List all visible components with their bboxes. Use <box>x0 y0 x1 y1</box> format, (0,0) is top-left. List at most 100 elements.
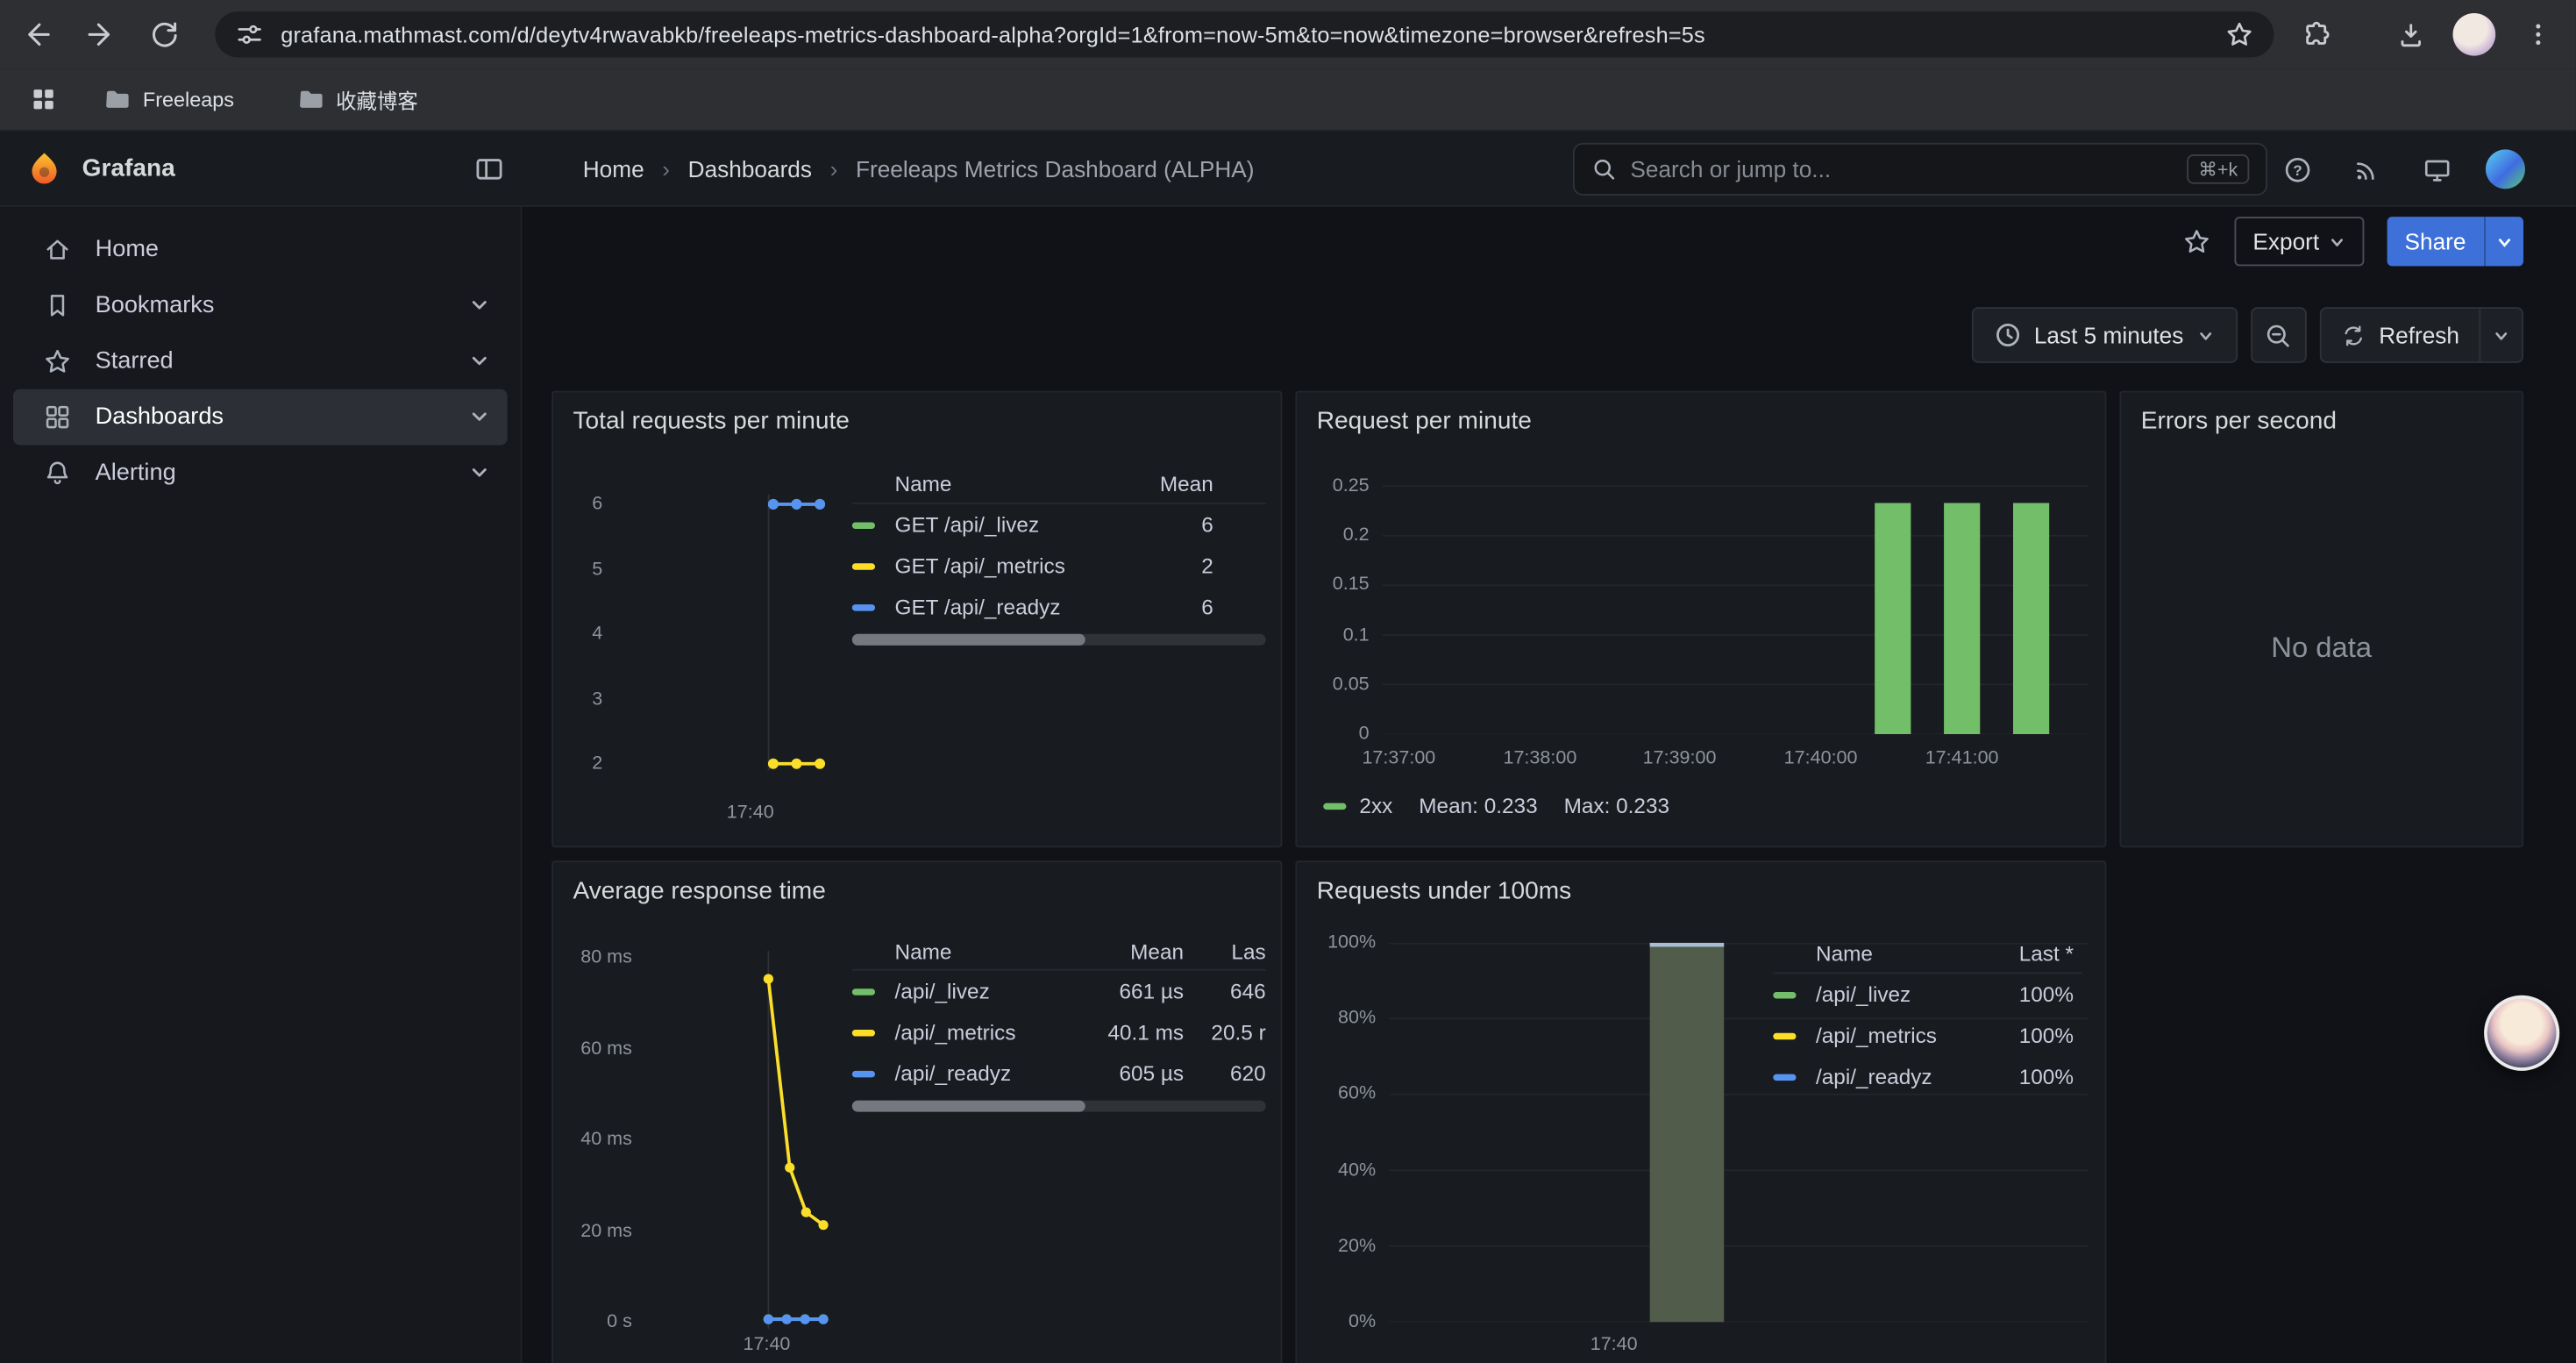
spacer <box>852 481 875 487</box>
legend-col-mean[interactable]: Mean <box>1088 939 1184 964</box>
tick-label: 3 <box>557 688 602 710</box>
no-data-message: No data <box>2121 631 2522 665</box>
grafana-logo[interactable] <box>25 149 64 189</box>
series-name[interactable]: /api/_livez <box>1816 982 1975 1007</box>
share-button[interactable]: Share <box>2387 217 2523 266</box>
downloads-button[interactable] <box>2382 6 2438 62</box>
sidebar-item-dashboards[interactable]: Dashboards <box>13 389 508 446</box>
sidebar-item-alerting[interactable]: Alerting <box>13 445 508 501</box>
series-color-swatch <box>852 603 875 610</box>
sidebar-item-bookmarks[interactable]: Bookmarks <box>13 277 508 333</box>
panel-title[interactable]: Errors per second <box>2141 407 2337 435</box>
svg-text:?: ? <box>2292 161 2301 178</box>
apps-shortcut-button[interactable] <box>19 76 65 122</box>
bookmark-folder-label: 收藏博客 <box>336 83 418 115</box>
zoom-out-button[interactable] <box>2251 307 2307 363</box>
news-button[interactable] <box>2338 141 2394 197</box>
sidebar-item-home[interactable]: Home <box>13 222 508 278</box>
series-name[interactable]: /api/_metrics <box>1816 1024 1975 1048</box>
share-menu-caret[interactable] <box>2486 217 2523 266</box>
home-icon <box>43 235 73 265</box>
bookmark-star-icon[interactable] <box>2224 19 2254 49</box>
dots-vertical-icon <box>2523 19 2553 49</box>
refresh-interval-caret[interactable] <box>2480 309 2522 361</box>
legend-col-name[interactable]: Name <box>895 471 1121 496</box>
back-button[interactable] <box>11 8 64 61</box>
x-tick-label: 17:41:00 <box>1912 747 2010 770</box>
time-range-label: Last 5 minutes <box>2034 322 2184 348</box>
panel-average-response-time: Average response time 80 ms60 ms40 ms20 … <box>551 860 1282 1363</box>
search-input[interactable] <box>1630 156 2174 182</box>
user-avatar[interactable] <box>2486 149 2525 189</box>
forward-button[interactable] <box>74 8 126 61</box>
profile-avatar[interactable] <box>2453 13 2496 56</box>
series-mean: 661 µs <box>1088 979 1184 1003</box>
assistant-extension-avatar[interactable] <box>2484 995 2559 1071</box>
panel-title[interactable]: Request per minute <box>1317 407 1532 435</box>
chevron-down-icon[interactable] <box>468 461 491 484</box>
panel-request-per-minute: Request per minute 0.250.20.150.10.050 1… <box>1295 391 2106 848</box>
series-name[interactable]: GET /api/_readyz <box>895 595 1121 619</box>
sidebar-item-starred[interactable]: Starred <box>13 333 508 389</box>
series-name[interactable]: GET /api/_metrics <box>895 553 1121 578</box>
series-mean: 605 µs <box>1088 1061 1184 1086</box>
legend-scrollbar[interactable] <box>852 1101 1266 1112</box>
refresh-button[interactable]: Refresh <box>2322 309 2480 361</box>
bookmark-folder-blogs[interactable]: 收藏博客 <box>281 77 432 122</box>
extensions-button[interactable] <box>2288 6 2345 62</box>
breadcrumb-dashboards[interactable]: Dashboards <box>688 156 812 182</box>
x-tick-label: 17:39:00 <box>1630 747 1728 770</box>
panel-title[interactable]: Requests under 100ms <box>1317 877 1571 905</box>
panel-total-requests: Total requests per minute 65432 17:40 Na… <box>551 391 1282 848</box>
caret-down-icon <box>2495 232 2514 251</box>
chevron-down-icon[interactable] <box>468 406 491 429</box>
x-axis-label: 17:40 <box>1564 1335 1662 1354</box>
series-name[interactable]: 2xx <box>1359 793 1392 817</box>
scrollbar-thumb[interactable] <box>852 1101 1085 1112</box>
series-name[interactable]: /api/_readyz <box>895 1061 1089 1086</box>
legend-col-name[interactable]: Name <box>1816 941 1975 966</box>
search-box[interactable]: ⌘+k <box>1573 143 2267 196</box>
x-tick-label: 17:38:00 <box>1491 747 1589 770</box>
series-color-swatch <box>1773 1032 1796 1038</box>
series-color-swatch <box>852 1070 875 1076</box>
breadcrumb-home[interactable]: Home <box>583 156 644 182</box>
legend-col-name[interactable]: Name <box>895 939 1089 964</box>
tick-label: 60 ms <box>560 1037 632 1060</box>
panel-errors-per-second: Errors per second No data <box>2119 391 2523 848</box>
series-name[interactable]: GET /api/_livez <box>895 512 1121 537</box>
legend-col-last[interactable]: Last * <box>1975 941 2074 966</box>
bookmark-icon <box>43 290 73 320</box>
export-button[interactable]: Export <box>2235 217 2364 266</box>
kiosk-mode-button[interactable] <box>2409 141 2465 197</box>
panel-title[interactable]: Total requests per minute <box>573 407 850 435</box>
series-name[interactable]: /api/_metrics <box>895 1020 1089 1045</box>
monitor-icon <box>2421 153 2452 185</box>
star-icon <box>43 346 73 376</box>
legend-col-mean[interactable]: Mean <box>1121 471 1213 496</box>
url-bar[interactable]: grafana.mathmast.com/d/deytv4rwavabkb/fr… <box>215 11 2274 57</box>
bookmark-folder-freeleaps[interactable]: Freeleaps <box>89 79 249 120</box>
tick-label: 0.1 <box>1304 624 1370 646</box>
series-mean: 6 <box>1121 595 1213 619</box>
grafana-brand[interactable]: Grafana <box>82 154 175 182</box>
scrollbar-thumb[interactable] <box>852 634 1085 646</box>
chevron-down-icon[interactable] <box>468 350 491 373</box>
browser-menu-button[interactable] <box>2510 6 2566 62</box>
time-range-picker[interactable]: Last 5 minutes <box>1972 307 2238 363</box>
chevron-down-icon[interactable] <box>468 294 491 317</box>
legend-scrollbar[interactable] <box>852 634 1266 646</box>
bell-icon <box>43 458 73 488</box>
favorite-dashboard-button[interactable] <box>2182 226 2212 256</box>
url-text[interactable]: grafana.mathmast.com/d/deytv4rwavabkb/fr… <box>281 22 2208 46</box>
legend-row: /api/_readyz 605 µs 620 <box>852 1053 1266 1094</box>
clock-icon <box>1995 322 2021 348</box>
series-name[interactable]: /api/_livez <box>895 979 1089 1003</box>
help-button[interactable]: ? <box>2269 141 2325 197</box>
series-name[interactable]: /api/_readyz <box>1816 1064 1975 1088</box>
legend-col-last[interactable]: Las <box>1184 939 1266 964</box>
panel-title[interactable]: Average response time <box>573 877 826 905</box>
reload-button[interactable] <box>138 8 190 61</box>
browser-toolbar: grafana.mathmast.com/d/deytv4rwavabkb/fr… <box>0 0 2576 69</box>
dock-menu-button[interactable] <box>470 151 509 187</box>
